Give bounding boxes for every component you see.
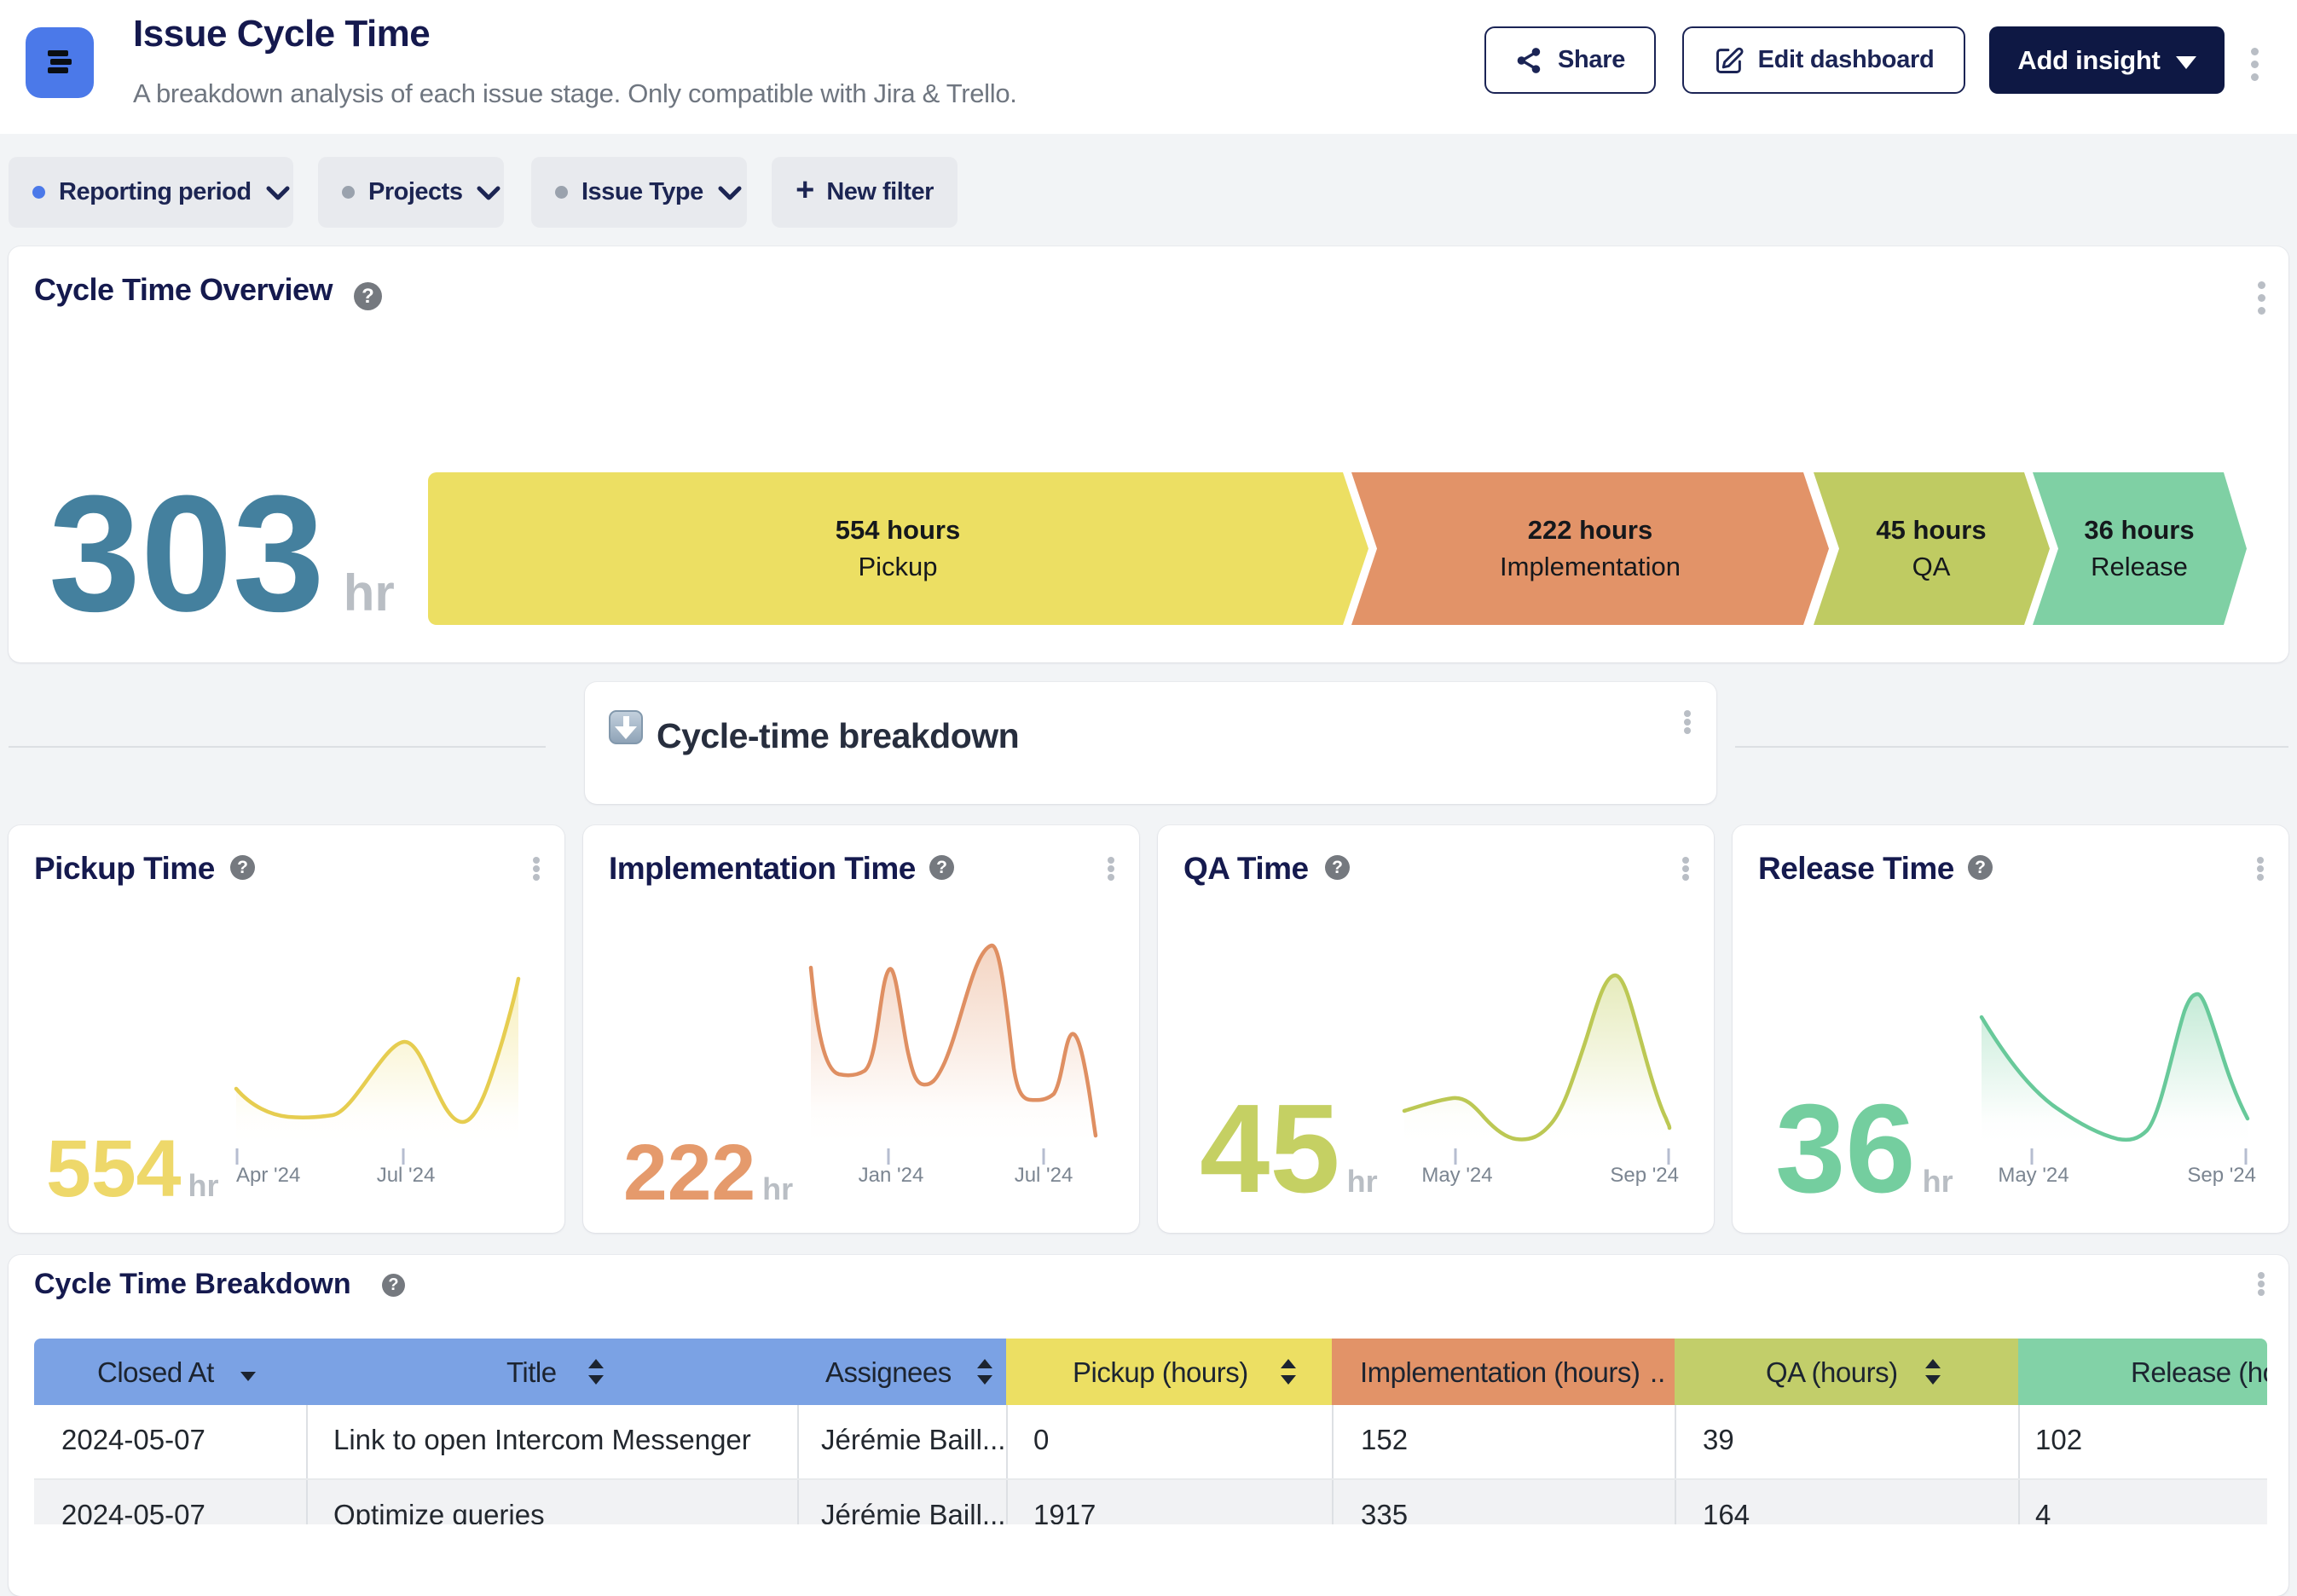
svg-text:Jan '24: Jan '24 bbox=[859, 1164, 924, 1187]
svg-text:Jul '24: Jul '24 bbox=[377, 1164, 436, 1187]
svg-text:Apr '24: Apr '24 bbox=[236, 1164, 300, 1187]
svg-text:Jul '24: Jul '24 bbox=[1015, 1164, 1073, 1187]
svg-text:Sep '24: Sep '24 bbox=[1610, 1164, 1679, 1187]
svg-text:May '24: May '24 bbox=[1421, 1164, 1492, 1187]
svg-text:Sep '24: Sep '24 bbox=[2187, 1164, 2256, 1187]
svg-text:May '24: May '24 bbox=[1998, 1164, 2068, 1187]
